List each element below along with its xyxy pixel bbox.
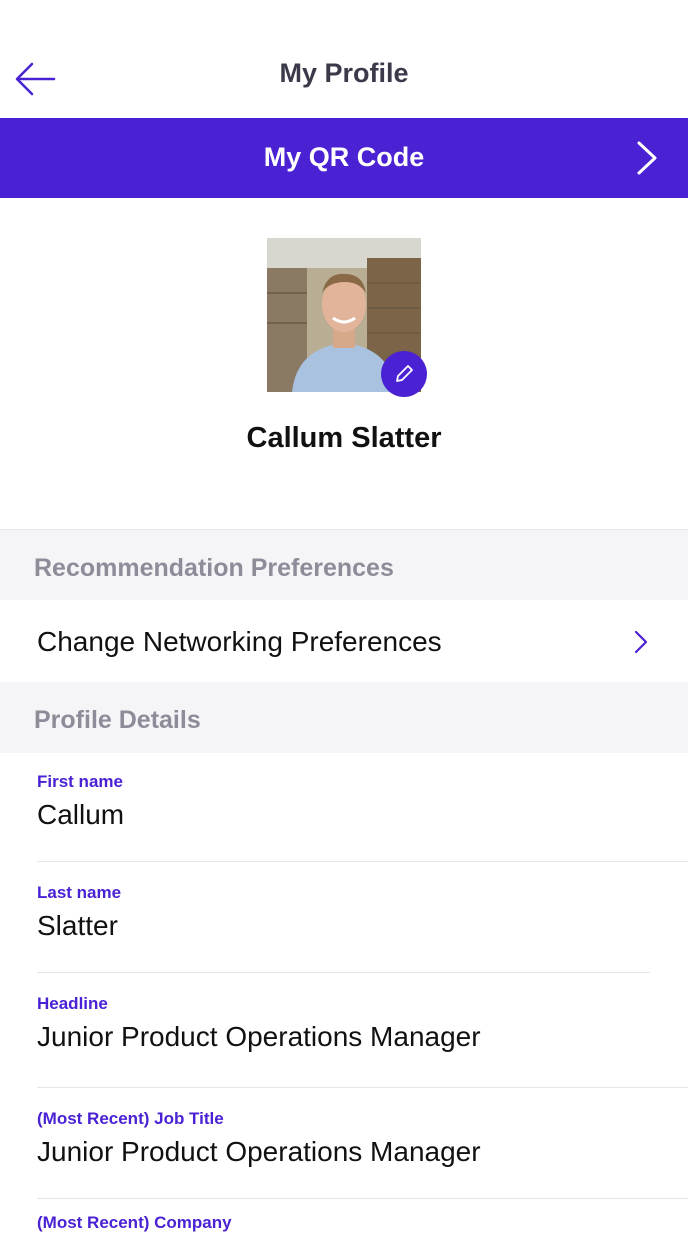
headline-field[interactable]: Headline Junior Product Operations Manag…	[37, 994, 688, 1053]
profile-details-section-header: Profile Details	[0, 682, 688, 753]
field-label: (Most Recent) Job Title	[37, 1109, 224, 1128]
job-title-field[interactable]: (Most Recent) Job Title Junior Product O…	[37, 1109, 688, 1168]
networking-label: Change Networking Preferences	[37, 626, 442, 657]
page-title: My Profile	[279, 58, 409, 88]
my-qr-code-button[interactable]: My QR Code	[0, 118, 688, 198]
change-networking-preferences-row[interactable]: Change Networking Preferences	[0, 600, 688, 682]
section-title: Recommendation Preferences	[34, 554, 394, 582]
top-bar: My Profile	[0, 0, 688, 118]
edit-photo-button[interactable]	[381, 351, 427, 397]
company-field[interactable]: (Most Recent) Company	[37, 1213, 688, 1233]
qr-code-label: My QR Code	[263, 142, 425, 172]
chevron-right-icon	[634, 630, 648, 654]
chevron-right-icon	[637, 141, 657, 175]
field-value: Callum	[37, 799, 125, 830]
profile-name: Callum Slatter	[246, 422, 442, 454]
field-value: Junior Product Operations Manager	[37, 1136, 481, 1167]
recommendation-section-header: Recommendation Preferences	[0, 529, 688, 601]
field-value: Slatter	[37, 910, 118, 941]
field-label: Last name	[37, 883, 122, 902]
divider	[37, 1198, 688, 1199]
last-name-field[interactable]: Last name Slatter	[37, 883, 688, 942]
field-label: First name	[37, 772, 123, 791]
section-title: Profile Details	[34, 706, 201, 734]
divider	[37, 861, 688, 862]
divider	[37, 972, 650, 973]
first-name-field[interactable]: First name Callum	[37, 772, 688, 831]
field-value: Junior Product Operations Manager	[37, 1021, 481, 1052]
divider	[37, 1087, 688, 1088]
pencil-icon	[396, 365, 413, 382]
field-label: Headline	[37, 994, 108, 1013]
field-label: (Most Recent) Company	[37, 1213, 232, 1232]
